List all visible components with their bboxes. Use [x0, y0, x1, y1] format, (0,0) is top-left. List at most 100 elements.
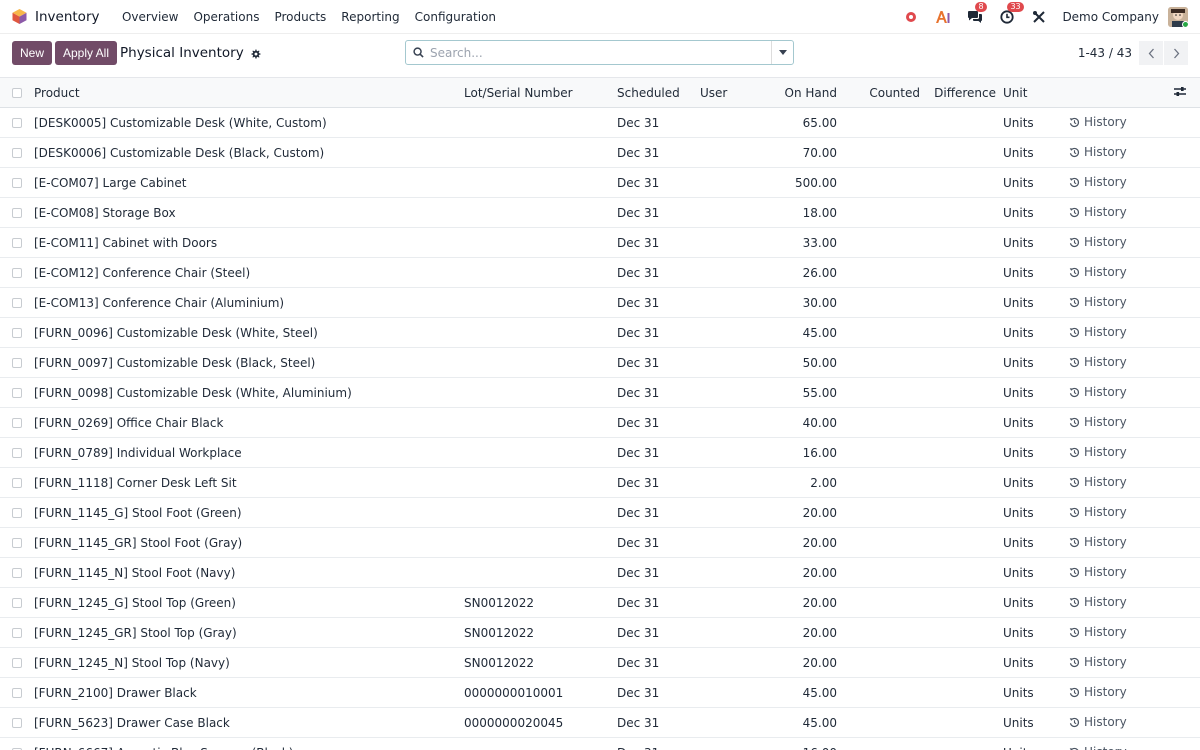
- scheduled-cell[interactable]: Dec 31: [617, 737, 700, 750]
- user-cell[interactable]: [700, 257, 763, 288]
- table-row[interactable]: [FURN_0098] Customizable Desk (White, Al…: [0, 377, 1200, 408]
- scheduled-cell[interactable]: Dec 31: [617, 707, 700, 738]
- table-row[interactable]: [FURN_1118] Corner Desk Left Sit Dec 31 …: [0, 467, 1200, 498]
- pager-previous-button[interactable]: [1139, 41, 1163, 65]
- column-header-on-hand[interactable]: On Hand: [763, 77, 837, 108]
- counted-cell[interactable]: [837, 407, 920, 438]
- tools-icon[interactable]: [1030, 8, 1048, 26]
- history-button[interactable]: History: [1069, 505, 1127, 519]
- user-cell[interactable]: [700, 287, 763, 318]
- counted-cell[interactable]: [837, 437, 920, 468]
- history-button[interactable]: History: [1069, 685, 1127, 699]
- table-row[interactable]: [FURN_1145_GR] Stool Foot (Gray) Dec 31 …: [0, 527, 1200, 558]
- column-header-user[interactable]: User: [700, 77, 763, 108]
- column-header-counted[interactable]: Counted: [837, 77, 920, 108]
- pager-value[interactable]: 1-43 / 43: [1078, 46, 1132, 60]
- row-checkbox[interactable]: [12, 148, 22, 158]
- scheduled-cell[interactable]: Dec 31: [617, 287, 700, 318]
- scheduled-cell[interactable]: Dec 31: [617, 557, 700, 588]
- counted-cell[interactable]: [837, 377, 920, 408]
- app-title[interactable]: Inventory: [35, 9, 99, 25]
- table-row[interactable]: [FURN_1245_GR] Stool Top (Gray) SN001202…: [0, 617, 1200, 648]
- select-all-checkbox[interactable]: [12, 88, 22, 98]
- scheduled-cell[interactable]: Dec 31: [617, 647, 700, 678]
- table-row[interactable]: [DESK0005] Customizable Desk (White, Cus…: [0, 107, 1200, 138]
- company-switcher[interactable]: Demo Company: [1062, 10, 1159, 24]
- product-cell[interactable]: [FURN_6667] Acoustic Bloc Screens (Black…: [34, 737, 464, 750]
- product-cell[interactable]: [E-COM07] Large Cabinet: [34, 167, 464, 198]
- user-cell[interactable]: [700, 167, 763, 198]
- table-row[interactable]: [FURN_1245_N] Stool Top (Navy) SN0012022…: [0, 647, 1200, 678]
- history-button[interactable]: History: [1069, 415, 1127, 429]
- gear-icon[interactable]: [250, 48, 261, 59]
- counted-cell[interactable]: [837, 737, 920, 750]
- history-button[interactable]: History: [1069, 235, 1127, 249]
- menu-operations[interactable]: Operations: [186, 10, 267, 24]
- history-button[interactable]: History: [1069, 475, 1127, 489]
- ai-assistant-icon[interactable]: [934, 8, 952, 26]
- product-cell[interactable]: [DESK0006] Customizable Desk (Black, Cus…: [34, 137, 464, 168]
- counted-cell[interactable]: [837, 497, 920, 528]
- counted-cell[interactable]: [837, 707, 920, 738]
- new-button[interactable]: New: [12, 41, 52, 65]
- history-button[interactable]: History: [1069, 625, 1127, 639]
- menu-products[interactable]: Products: [267, 10, 334, 24]
- lot-cell[interactable]: [464, 257, 617, 288]
- scheduled-cell[interactable]: Dec 31: [617, 227, 700, 258]
- column-header-lot[interactable]: Lot/Serial Number: [464, 77, 617, 108]
- product-cell[interactable]: [DESK0005] Customizable Desk (White, Cus…: [34, 107, 464, 138]
- user-cell[interactable]: [700, 707, 763, 738]
- counted-cell[interactable]: [837, 617, 920, 648]
- scheduled-cell[interactable]: Dec 31: [617, 167, 700, 198]
- user-cell[interactable]: [700, 437, 763, 468]
- product-cell[interactable]: [FURN_1145_GR] Stool Foot (Gray): [34, 527, 464, 558]
- lot-cell[interactable]: [464, 317, 617, 348]
- column-header-product[interactable]: Product: [34, 77, 464, 108]
- row-checkbox[interactable]: [12, 418, 22, 428]
- row-checkbox[interactable]: [12, 238, 22, 248]
- counted-cell[interactable]: [837, 557, 920, 588]
- row-checkbox[interactable]: [12, 448, 22, 458]
- product-cell[interactable]: [FURN_1245_G] Stool Top (Green): [34, 587, 464, 618]
- history-button[interactable]: History: [1069, 145, 1127, 159]
- product-cell[interactable]: [FURN_0097] Customizable Desk (Black, St…: [34, 347, 464, 378]
- user-cell[interactable]: [700, 557, 763, 588]
- user-cell[interactable]: [700, 227, 763, 258]
- user-cell[interactable]: [700, 617, 763, 648]
- user-cell[interactable]: [700, 737, 763, 750]
- apply-all-button[interactable]: Apply All: [55, 41, 117, 65]
- menu-overview[interactable]: Overview: [114, 10, 186, 24]
- table-row[interactable]: [FURN_6667] Acoustic Bloc Screens (Black…: [0, 737, 1200, 750]
- user-cell[interactable]: [700, 137, 763, 168]
- counted-cell[interactable]: [837, 167, 920, 198]
- lot-cell[interactable]: [464, 527, 617, 558]
- product-cell[interactable]: [E-COM11] Cabinet with Doors: [34, 227, 464, 258]
- lot-cell[interactable]: [464, 437, 617, 468]
- product-cell[interactable]: [FURN_1118] Corner Desk Left Sit: [34, 467, 464, 498]
- row-checkbox[interactable]: [12, 268, 22, 278]
- table-row[interactable]: [FURN_1145_N] Stool Foot (Navy) Dec 31 2…: [0, 557, 1200, 588]
- row-checkbox[interactable]: [12, 658, 22, 668]
- counted-cell[interactable]: [837, 197, 920, 228]
- user-cell[interactable]: [700, 377, 763, 408]
- scheduled-cell[interactable]: Dec 31: [617, 347, 700, 378]
- inventory-app-icon[interactable]: [11, 8, 28, 25]
- table-row[interactable]: [FURN_0096] Customizable Desk (White, St…: [0, 317, 1200, 348]
- row-checkbox[interactable]: [12, 598, 22, 608]
- scheduled-cell[interactable]: Dec 31: [617, 467, 700, 498]
- row-checkbox[interactable]: [12, 298, 22, 308]
- row-checkbox[interactable]: [12, 178, 22, 188]
- user-cell[interactable]: [700, 647, 763, 678]
- counted-cell[interactable]: [837, 257, 920, 288]
- table-row[interactable]: [E-COM08] Storage Box Dec 31 18.00 Units…: [0, 197, 1200, 228]
- user-cell[interactable]: [700, 317, 763, 348]
- user-cell[interactable]: [700, 107, 763, 138]
- lot-cell[interactable]: [464, 737, 617, 750]
- product-cell[interactable]: [FURN_5623] Drawer Case Black: [34, 707, 464, 738]
- scheduled-cell[interactable]: Dec 31: [617, 107, 700, 138]
- user-cell[interactable]: [700, 587, 763, 618]
- history-button[interactable]: History: [1069, 385, 1127, 399]
- row-checkbox[interactable]: [12, 508, 22, 518]
- column-settings-icon[interactable]: [1174, 86, 1186, 100]
- row-checkbox[interactable]: [12, 478, 22, 488]
